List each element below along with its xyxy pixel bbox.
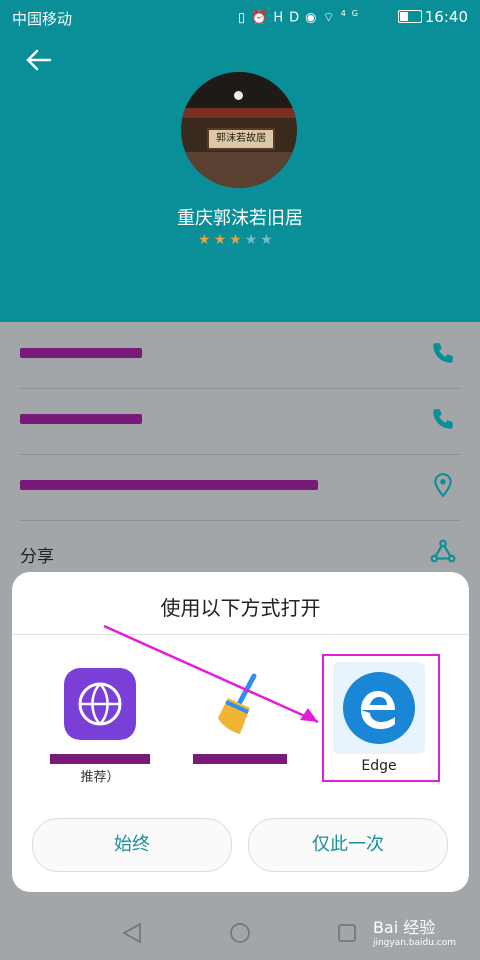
annotation-arrow bbox=[103, 624, 319, 724]
watermark-text: Bai 经验 bbox=[372, 918, 436, 937]
watermark-url: jingyan.baidu.com bbox=[372, 938, 456, 948]
nav-back-icon[interactable] bbox=[122, 922, 142, 944]
nav-recents-icon[interactable] bbox=[337, 923, 357, 943]
nav-home-icon[interactable] bbox=[229, 922, 251, 944]
baidu-watermark: Bai 经验 jingyan.baidu.com bbox=[373, 914, 456, 948]
